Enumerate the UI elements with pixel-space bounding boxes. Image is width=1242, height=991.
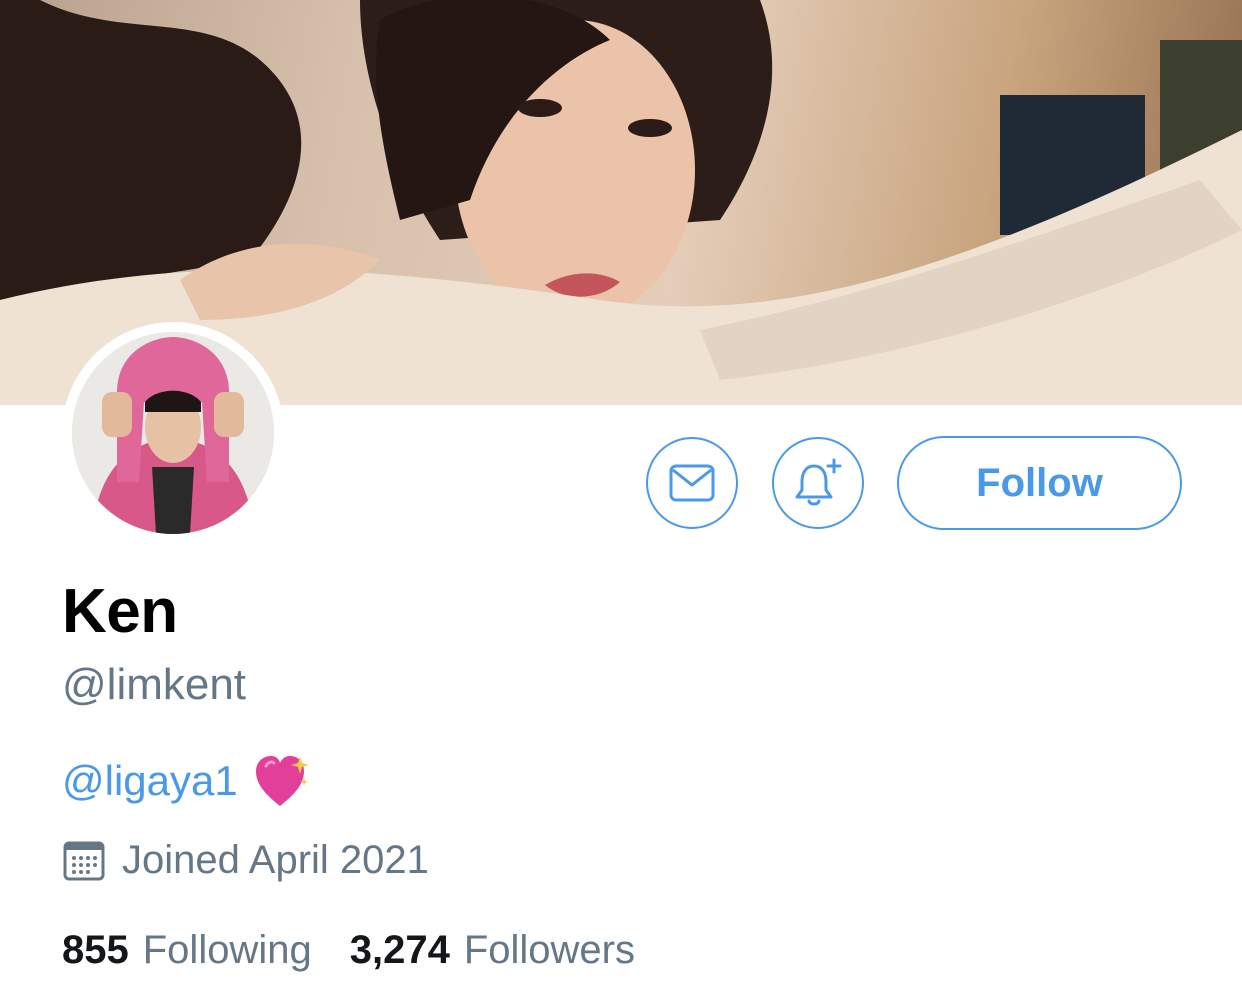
join-date: Joined April 2021	[62, 838, 429, 883]
following-label: Following	[142, 928, 312, 972]
message-button[interactable]	[646, 437, 738, 529]
display-name: Ken	[62, 577, 178, 646]
avatar-image	[72, 332, 274, 534]
username-handle: @limkent	[62, 660, 247, 709]
sparkling-heart-icon	[252, 752, 312, 810]
bio-mention-link[interactable]: @ligaya1	[62, 757, 238, 805]
following-link[interactable]: 855 Following	[62, 928, 312, 973]
avatar[interactable]	[62, 322, 284, 544]
followers-count: 3,274	[349, 928, 450, 972]
avatar-illustration	[72, 332, 274, 534]
notify-button[interactable]	[772, 437, 864, 529]
envelope-icon	[669, 464, 715, 502]
follow-stats: 855 Following 3,274 Followers	[62, 928, 635, 973]
bell-plus-icon	[795, 458, 842, 506]
followers-link[interactable]: 3,274 Followers	[350, 928, 635, 973]
bio: @ligaya1	[62, 752, 312, 810]
following-count: 855	[62, 928, 129, 972]
calendar-icon	[63, 841, 105, 880]
followers-label: Followers	[463, 928, 635, 972]
joined-text: Joined April 2021	[122, 838, 429, 882]
follow-button[interactable]: Follow	[897, 436, 1182, 530]
